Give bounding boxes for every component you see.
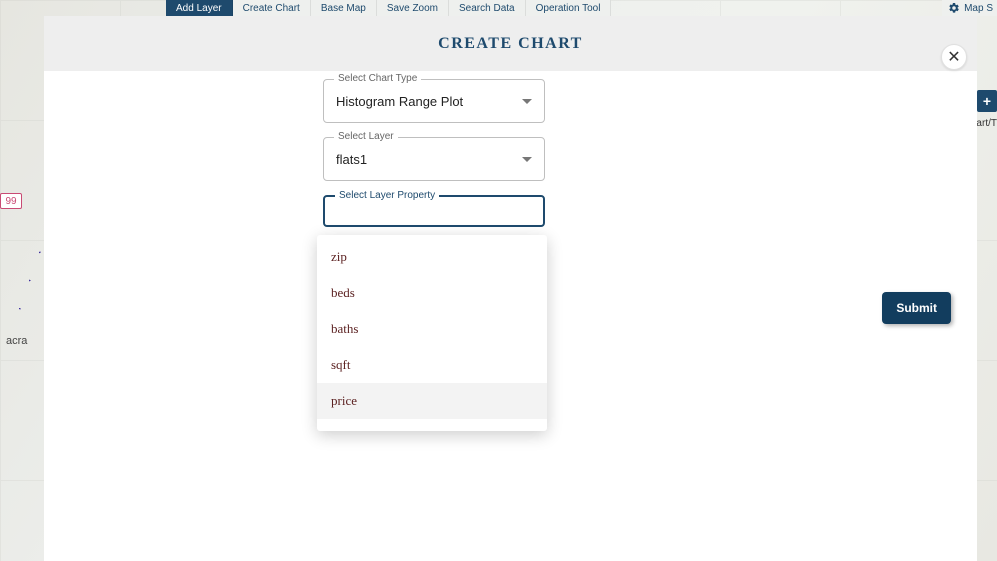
chevron-down-icon	[522, 99, 532, 104]
main-toolbar: Add Layer Create Chart Base Map Save Zoo…	[166, 0, 611, 16]
toolbar-btn-save-zoom[interactable]: Save Zoom	[377, 0, 449, 16]
create-chart-modal: CREATE CHART ✕ Select Chart Type Histogr…	[44, 16, 977, 561]
map-settings-label: Map S	[964, 3, 993, 14]
menu-option-zip[interactable]: zip	[317, 239, 547, 275]
menu-option-baths[interactable]: baths	[317, 311, 547, 347]
field-layer-label: Select Layer	[334, 131, 398, 142]
menu-option-price[interactable]: price	[317, 383, 547, 419]
field-chart-type[interactable]: Select Chart Type Histogram Range Plot	[323, 79, 545, 123]
toolbar-btn-search-data[interactable]: Search Data	[449, 0, 526, 16]
close-icon: ✕	[947, 47, 960, 67]
field-layer[interactable]: Select Layer flats1	[323, 137, 545, 181]
map-settings-button[interactable]: Map S	[942, 0, 997, 16]
close-button[interactable]: ✕	[941, 44, 967, 70]
field-layer-property[interactable]: Select Layer Property	[323, 195, 545, 227]
route-badge: 99	[0, 193, 22, 209]
modal-title: CREATE CHART	[44, 16, 977, 71]
field-layer-value: flats1	[336, 152, 367, 167]
menu-option-beds[interactable]: beds	[317, 275, 547, 311]
field-layer-property-label: Select Layer Property	[335, 190, 439, 201]
toolbar-btn-base-map[interactable]: Base Map	[311, 0, 377, 16]
form-area: Select Chart Type Histogram Range Plot S…	[44, 79, 977, 227]
field-chart-type-label: Select Chart Type	[334, 73, 421, 84]
chevron-down-icon	[522, 157, 532, 162]
toolbar-btn-create-chart[interactable]: Create Chart	[233, 0, 311, 16]
field-chart-type-value: Histogram Range Plot	[336, 94, 463, 109]
menu-option-sqft[interactable]: sqft	[317, 347, 547, 383]
gear-icon	[948, 2, 960, 14]
toolbar-btn-operation-tool[interactable]: Operation Tool	[526, 0, 612, 16]
layer-property-menu-scroll[interactable]: zip beds baths sqft price . .	[317, 239, 547, 427]
add-chart-button[interactable]: +	[977, 90, 997, 112]
toolbar-btn-add-layer[interactable]: Add Layer	[166, 0, 233, 16]
layer-property-menu: zip beds baths sqft price . .	[317, 235, 547, 431]
city-label: acra	[6, 335, 27, 347]
submit-button[interactable]: Submit	[882, 292, 951, 324]
